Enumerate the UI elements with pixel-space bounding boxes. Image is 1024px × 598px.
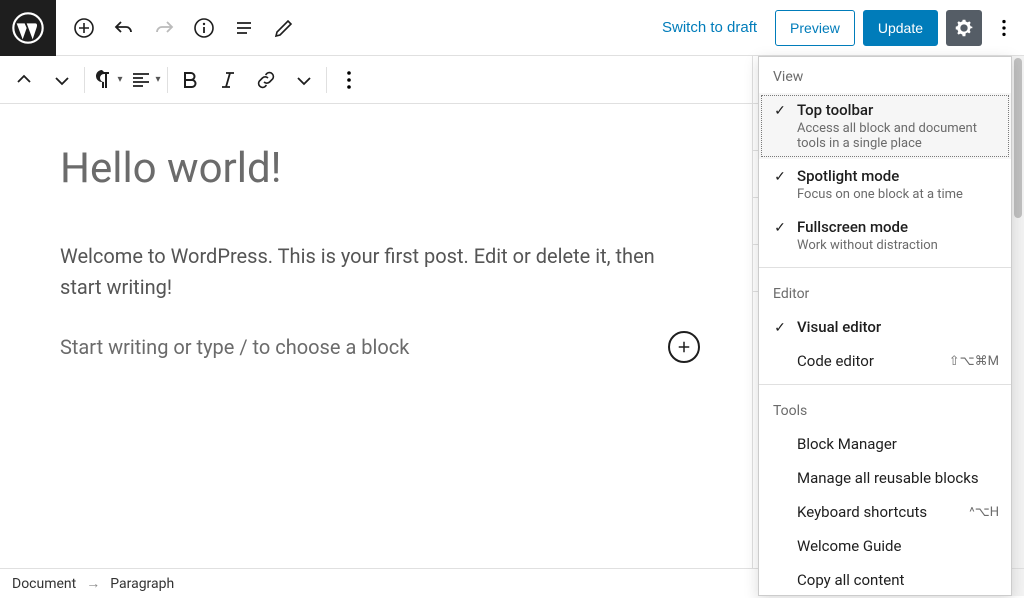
keyboard-shortcut: ^⌥H — [961, 505, 999, 520]
paragraph-icon — [91, 68, 115, 92]
undo-icon — [112, 16, 136, 40]
edit-mode-button[interactable] — [266, 10, 302, 46]
options-menu: View ✓ Top toolbar Access all block and … — [758, 56, 1012, 596]
menu-item-code-editor[interactable]: Code editor ⇧⌥⌘M — [759, 344, 1011, 378]
check-icon: ✓ — [771, 318, 789, 336]
preview-button[interactable]: Preview — [775, 10, 855, 46]
menu-item-desc: Access all block and document tools in a… — [797, 121, 999, 151]
vertical-dots-icon — [337, 68, 361, 92]
breadcrumb-leaf[interactable]: Paragraph — [110, 576, 174, 592]
menu-item-reusable-blocks[interactable]: Manage all reusable blocks — [759, 461, 1011, 495]
menu-item-visual-editor[interactable]: ✓ Visual editor — [759, 310, 1011, 344]
menu-item-top-toolbar[interactable]: ✓ Top toolbar Access all block and docum… — [759, 93, 1011, 159]
menu-item-label: Top toolbar — [797, 101, 999, 119]
plus-icon — [675, 338, 693, 356]
block-type-button[interactable]: ▾ — [89, 62, 125, 98]
inline-inserter-button[interactable] — [668, 331, 700, 363]
topbar-right-actions: Switch to draft Preview Update — [652, 10, 1024, 46]
menu-item-label: Welcome Guide — [797, 537, 901, 555]
switch-to-draft-button[interactable]: Switch to draft — [652, 19, 767, 36]
caret-icon: ▾ — [117, 74, 122, 85]
menu-item-copy-all[interactable]: Copy all content — [759, 563, 1011, 596]
italic-icon — [216, 68, 240, 92]
vertical-dots-icon — [993, 17, 1015, 39]
menu-group-editor: Editor — [759, 274, 1011, 310]
link-button[interactable] — [248, 62, 284, 98]
menu-separator — [759, 267, 1011, 268]
menu-item-spotlight-mode[interactable]: ✓ Spotlight mode Focus on one block at a… — [759, 159, 1011, 210]
menu-item-label: Fullscreen mode — [797, 218, 999, 236]
menu-item-label: Code editor — [797, 352, 874, 370]
move-up-button[interactable] — [6, 62, 42, 98]
toolbar-separator — [84, 67, 85, 93]
menu-item-block-manager[interactable]: Block Manager — [759, 427, 1011, 461]
align-button[interactable]: ▾ — [127, 62, 163, 98]
more-rich-text-button[interactable] — [286, 62, 322, 98]
menu-item-label: Manage all reusable blocks — [797, 469, 979, 487]
settings-button[interactable] — [946, 10, 982, 46]
wordpress-icon — [12, 12, 44, 44]
menu-item-label: Block Manager — [797, 435, 897, 453]
menu-item-welcome-guide[interactable]: Welcome Guide — [759, 529, 1011, 563]
add-block-button[interactable] — [66, 10, 102, 46]
link-icon — [254, 68, 278, 92]
info-button[interactable] — [186, 10, 222, 46]
caret-icon: ▾ — [155, 74, 160, 85]
topbar-left-tools — [56, 10, 312, 46]
breadcrumb-root[interactable]: Document — [12, 576, 76, 592]
check-icon: ✓ — [771, 218, 789, 236]
keyboard-shortcut: ⇧⌥⌘M — [941, 354, 999, 369]
pencil-icon — [272, 16, 296, 40]
bold-icon — [178, 68, 202, 92]
chevron-up-icon — [12, 68, 36, 92]
menu-item-desc: Focus on one block at a time — [797, 187, 999, 202]
menu-separator — [759, 384, 1011, 385]
menu-group-view: View — [759, 57, 1011, 93]
align-left-icon — [129, 68, 153, 92]
update-button[interactable]: Update — [863, 10, 938, 46]
menu-item-keyboard-shortcuts[interactable]: Keyboard shortcuts ^⌥H — [759, 495, 1011, 529]
arrow-icon: → — [86, 575, 100, 592]
check-icon: ✓ — [771, 167, 789, 185]
menu-item-fullscreen-mode[interactable]: ✓ Fullscreen mode Work without distracti… — [759, 210, 1011, 261]
plus-circle-icon — [72, 16, 96, 40]
menu-item-label: Keyboard shortcuts — [797, 503, 927, 521]
more-options-button[interactable] — [990, 10, 1018, 46]
move-down-button[interactable] — [44, 62, 80, 98]
check-icon: ✓ — [771, 101, 789, 119]
undo-button[interactable] — [106, 10, 142, 46]
gear-icon — [953, 17, 975, 39]
outline-button[interactable] — [226, 10, 262, 46]
menu-item-desc: Work without distraction — [797, 238, 999, 253]
bold-button[interactable] — [172, 62, 208, 98]
chevron-down-icon — [50, 68, 74, 92]
redo-button[interactable] — [146, 10, 182, 46]
toolbar-separator — [167, 67, 168, 93]
list-icon — [232, 16, 256, 40]
italic-button[interactable] — [210, 62, 246, 98]
menu-item-label: Visual editor — [797, 318, 999, 336]
menu-group-tools: Tools — [759, 391, 1011, 427]
menu-item-label: Spotlight mode — [797, 167, 999, 185]
redo-icon — [152, 16, 176, 40]
toolbar-separator — [326, 67, 327, 93]
chevron-down-icon — [292, 68, 316, 92]
block-more-button[interactable] — [331, 62, 367, 98]
wordpress-logo[interactable] — [0, 0, 56, 56]
info-icon — [192, 16, 216, 40]
menu-item-label: Copy all content — [797, 571, 904, 589]
placeholder-text: Start writing or type / to choose a bloc… — [60, 335, 409, 359]
editor-topbar: Switch to draft Preview Update — [0, 0, 1024, 56]
post-paragraph[interactable]: Welcome to WordPress. This is your first… — [60, 241, 700, 303]
empty-block[interactable]: Start writing or type / to choose a bloc… — [60, 331, 700, 363]
